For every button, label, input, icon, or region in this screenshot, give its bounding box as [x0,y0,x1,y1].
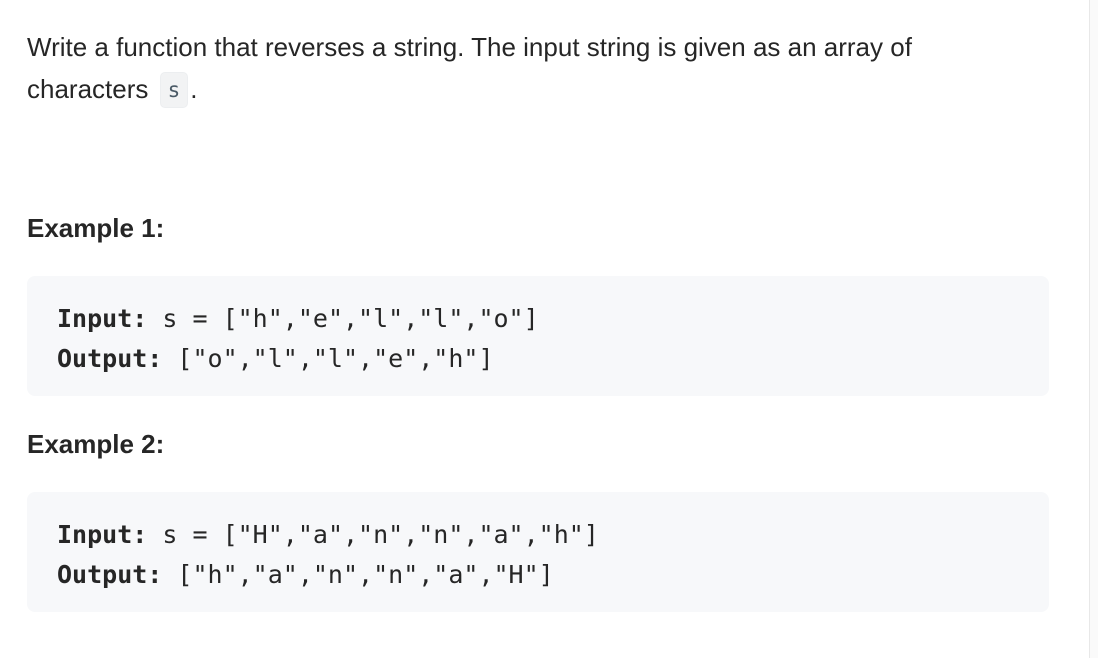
example-1-input-line: Input: s = ["h","e","l","l","o"] [57,299,1049,339]
example-2-code-block: Input: s = ["H","a","n","n","a","h"] Out… [27,492,1049,612]
example-1-input-label: Input: [57,304,148,333]
problem-statement-end: . [190,74,198,104]
example-1-heading: Example 1: [27,213,165,243]
panel-scrollbar[interactable] [1089,0,1098,658]
example-1-input-value: s = ["h","e","l","l","o"] [162,304,539,333]
example-1-output-value: ["o","l","l","e","h"] [177,344,494,373]
example-2-output-value: ["h","a","n","n","a","H"] [177,560,554,589]
inline-code-s: s [159,72,189,108]
example-1-output-label: Output: [57,344,163,373]
example-2-input-label: Input: [57,520,148,549]
example-1-code-block: Input: s = ["h","e","l","l","o"] Output:… [27,276,1049,396]
example-2-input-line: Input: s = ["H","a","n","n","a","h"] [57,515,1049,555]
example-2-heading: Example 2: [27,429,165,459]
example-2-input-value: s = ["H","a","n","n","a","h"] [162,520,599,549]
problem-statement: Write a function that reverses a string.… [27,26,1037,110]
example-1-output-line: Output: ["o","l","l","e","h"] [57,339,1049,379]
example-2-output-label: Output: [57,560,163,589]
example-2-output-line: Output: ["h","a","n","n","a","H"] [57,555,1049,595]
